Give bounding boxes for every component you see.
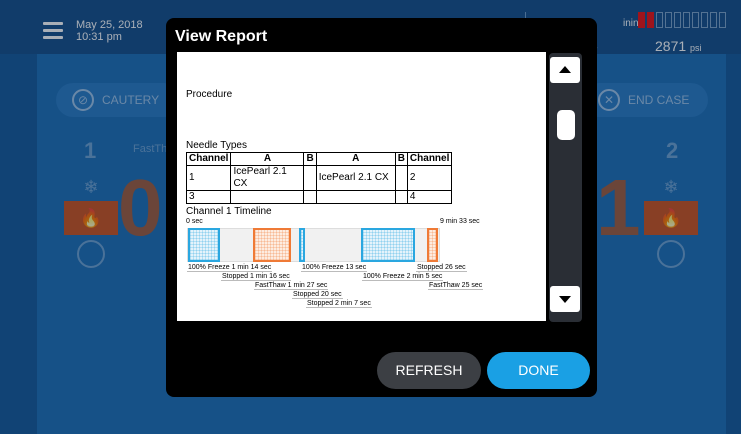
- table-cell: 2: [406, 165, 453, 191]
- report-scrollbar[interactable]: [549, 53, 582, 322]
- col-header: A: [230, 152, 305, 166]
- table-cell: [394, 165, 408, 191]
- thaw-segment: [427, 228, 438, 262]
- freeze-segment: [188, 228, 220, 262]
- col-header: Channel: [406, 152, 453, 166]
- report-viewer[interactable]: Procedure Needle Types Channel A B A B C…: [177, 52, 546, 321]
- freeze-segment: [361, 228, 415, 262]
- scroll-down-button[interactable]: [550, 286, 580, 312]
- table-cell: [230, 190, 305, 204]
- col-header: B: [394, 152, 408, 166]
- done-button[interactable]: DONE: [487, 352, 590, 389]
- timeline-label: FastThaw 1 min 27 sec: [254, 282, 329, 290]
- timeline-label: Stopped 20 sec: [292, 291, 343, 299]
- col-header: Channel: [185, 152, 232, 166]
- timeline-label: Stopped 1 min 16 sec: [221, 273, 291, 281]
- table-row: 3 4: [185, 190, 453, 204]
- table-row: 1 IcePearl 2.1 CX IcePearl 2.1 CX 2: [185, 165, 453, 191]
- table-header-row: Channel A B A B Channel: [185, 152, 453, 166]
- thaw-segment: [253, 228, 291, 262]
- table-cell: 4: [406, 190, 453, 204]
- timeline-end: 9 min 33 sec: [440, 218, 480, 225]
- triangle-down-icon: [559, 296, 571, 303]
- table-cell: [303, 165, 317, 191]
- table-cell: 3: [185, 190, 232, 204]
- table-cell: [315, 190, 396, 204]
- scroll-thumb[interactable]: [557, 110, 575, 140]
- table-cell: 1: [185, 165, 232, 191]
- needle-types-label: Needle Types: [186, 140, 247, 151]
- timeline-label: 100% Freeze 2 min 5 sec: [362, 273, 444, 281]
- timeline-label: Stopped 2 min 7 sec: [306, 300, 372, 308]
- timeline-label: Stopped 26 sec: [416, 264, 467, 272]
- refresh-button[interactable]: REFRESH: [377, 352, 481, 389]
- freeze-segment: [299, 228, 305, 262]
- needle-types-table: Channel A B A B Channel 1 IcePearl 2.1 C…: [185, 152, 453, 204]
- scroll-up-button[interactable]: [550, 57, 580, 83]
- col-header: A: [315, 152, 396, 166]
- col-header: B: [303, 152, 317, 166]
- triangle-up-icon: [559, 66, 571, 73]
- dialog-title: View Report: [175, 28, 268, 45]
- table-cell: [303, 190, 317, 204]
- procedure-label: Procedure: [186, 89, 233, 100]
- timeline-label: 100% Freeze 1 min 14 sec: [187, 264, 273, 272]
- timeline-label: 100% Freeze 13 sec: [301, 264, 368, 272]
- table-cell: IcePearl 2.1 CX: [230, 165, 305, 191]
- timeline-title: Channel 1 Timeline: [186, 206, 272, 217]
- timeline-label: FastThaw 25 sec: [428, 282, 484, 290]
- timeline-start: 0 sec: [186, 218, 203, 225]
- table-cell: IcePearl 2.1 CX: [315, 165, 396, 191]
- table-cell: [394, 190, 408, 204]
